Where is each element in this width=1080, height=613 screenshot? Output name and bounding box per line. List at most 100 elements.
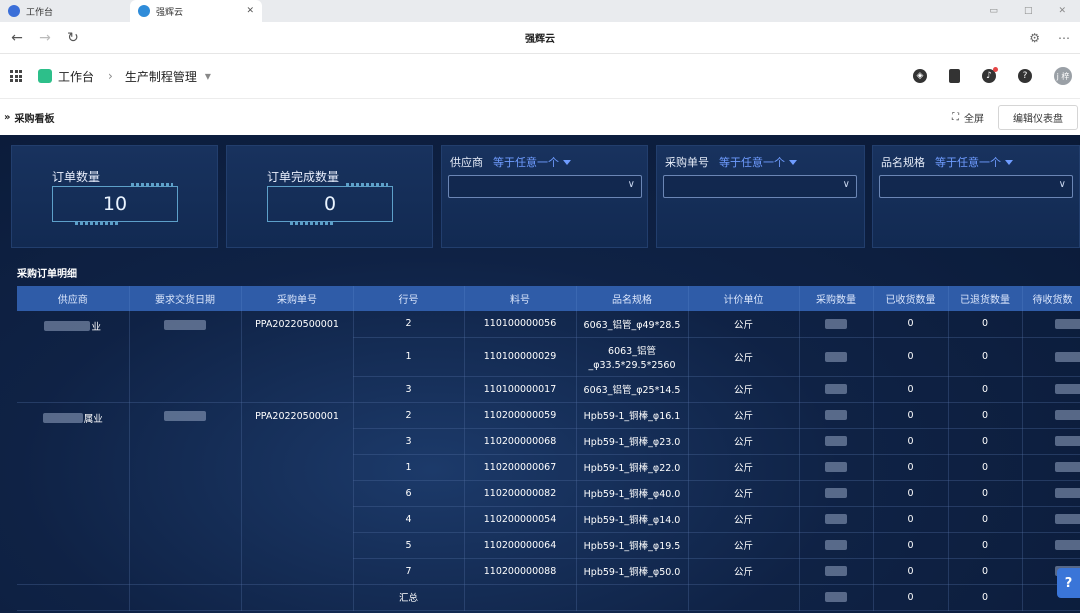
- cloud-tab-icon: [138, 5, 150, 17]
- table-row[interactable]: 属业 PPA20220500001 2 110200000059 Hpb59-1…: [17, 402, 1080, 585]
- settings-icon[interactable]: ⚙: [1029, 31, 1040, 45]
- browser-toolbar: ← → ↻ 强辉云 ⚙ ⋯: [0, 22, 1080, 54]
- refresh-button[interactable]: ↻: [62, 27, 84, 49]
- col-header[interactable]: 已收货数量: [873, 286, 949, 311]
- order-no-select[interactable]: ∨: [663, 175, 857, 198]
- returned-cell: 0: [948, 311, 1023, 338]
- summary-label: 汇总: [353, 584, 465, 611]
- bell-icon[interactable]: ♪: [982, 67, 998, 83]
- returned-cell: 0: [948, 337, 1023, 377]
- filter-operator-dropdown[interactable]: 等于任意一个: [719, 154, 797, 170]
- filter-operator-dropdown[interactable]: 等于任意一个: [493, 154, 571, 170]
- close-window-icon[interactable]: ✕: [1058, 6, 1066, 16]
- unit-cell: 公斤: [688, 337, 800, 377]
- col-header[interactable]: 待收货数: [1022, 286, 1080, 311]
- spec-cell: Hpb59-1_铜棒_φ50.0: [576, 558, 689, 585]
- spec-select[interactable]: ∨: [879, 175, 1073, 198]
- unit-cell: 公斤: [688, 428, 800, 455]
- edit-dashboard-button[interactable]: 编辑仪表盘: [998, 104, 1078, 130]
- filter-card-order-no: 采购单号 等于任意一个 ∨: [656, 145, 865, 248]
- filter-operator-label: 等于任意一个: [719, 156, 785, 169]
- browser-tab-qianghuiyun[interactable]: 强辉云 ✕: [130, 0, 262, 22]
- pending-cell: [1022, 376, 1080, 403]
- forward-button[interactable]: →: [34, 27, 56, 49]
- qty-cell: [799, 558, 874, 585]
- avatar[interactable]: j 梓: [1054, 67, 1072, 85]
- supplier-select[interactable]: ∨: [448, 175, 642, 198]
- returned-total-cell: 0: [948, 584, 1023, 611]
- pending-cell: [1022, 532, 1080, 559]
- part-cell: 110200000082: [464, 480, 577, 507]
- close-tab-icon[interactable]: ✕: [246, 6, 254, 16]
- spec-cell: Hpb59-1_铜棒_φ16.1: [576, 402, 689, 429]
- line-cell: 2: [353, 311, 465, 338]
- redacted-text: [1054, 351, 1080, 362]
- redacted-text: [825, 436, 847, 446]
- part-cell: 110100000029: [464, 337, 577, 377]
- book-icon[interactable]: [949, 69, 960, 83]
- col-header[interactable]: 行号: [353, 286, 465, 311]
- qty-total-cell: [799, 584, 874, 611]
- received-cell: 0: [873, 532, 949, 559]
- col-header[interactable]: 采购单号: [241, 286, 354, 311]
- unit-cell: 公斤: [688, 402, 800, 429]
- pending-cell: [1022, 506, 1080, 533]
- more-icon[interactable]: ⋯: [1058, 31, 1070, 45]
- col-header[interactable]: 采购数量: [799, 286, 874, 311]
- caret-down-icon: [563, 159, 571, 165]
- returned-cell: 0: [948, 376, 1023, 403]
- table-header-row: 供应商 要求交货日期 采购单号 行号 料号 品名规格 计价单位 采购数量 已收货…: [17, 286, 1080, 311]
- redacted-text: [825, 540, 847, 550]
- purchase-order-table[interactable]: 供应商 要求交货日期 采购单号 行号 料号 品名规格 计价单位 采购数量 已收货…: [17, 286, 1080, 613]
- pending-cell: [1022, 402, 1080, 429]
- col-header[interactable]: 计价单位: [688, 286, 800, 311]
- received-cell: 0: [873, 480, 949, 507]
- order-no-cell: PPA20220500001: [241, 311, 354, 403]
- col-header[interactable]: 品名规格: [576, 286, 689, 311]
- board-title: 采购看板: [14, 113, 55, 125]
- redacted-text: [44, 321, 91, 331]
- redacted-text: [42, 412, 83, 423]
- notification-dot: [993, 67, 998, 72]
- table-row[interactable]: 业 PPA20220500001 2 110100000056 6063_铝管_…: [17, 311, 1080, 403]
- received-cell: 0: [873, 506, 949, 533]
- part-cell: 110200000068: [464, 428, 577, 455]
- unit-cell: 公斤: [688, 532, 800, 559]
- redacted-text: [164, 319, 206, 330]
- compass-icon[interactable]: ◈: [913, 69, 927, 83]
- col-header[interactable]: 要求交货日期: [129, 286, 242, 311]
- col-header[interactable]: 已退货数量: [948, 286, 1023, 311]
- spec-cell: Hpb59-1_铜棒_φ23.0: [576, 428, 689, 455]
- minimize-window-icon[interactable]: ▭: [989, 6, 998, 16]
- qty-cell: [799, 428, 874, 455]
- help-icon[interactable]: ?: [1018, 69, 1032, 83]
- floating-help-button[interactable]: ?: [1057, 568, 1080, 598]
- expand-sidebar-icon[interactable]: »: [4, 112, 10, 123]
- spec-cell: Hpb59-1_铜棒_φ19.5: [576, 532, 689, 559]
- maximize-window-icon[interactable]: □: [1024, 6, 1033, 16]
- supplier-suffix: 业: [91, 322, 101, 333]
- line-cell: 2: [353, 402, 465, 429]
- line-cell: 5: [353, 532, 465, 559]
- workspace-link[interactable]: 工作台: [38, 68, 94, 85]
- unit-cell: 公斤: [688, 376, 800, 403]
- filter-operator-dropdown[interactable]: 等于任意一个: [935, 154, 1013, 170]
- module-dropdown[interactable]: 生产制程管理 ▾: [125, 68, 211, 85]
- line-cell: 3: [353, 428, 465, 455]
- page-title: 强辉云: [525, 34, 555, 45]
- pending-cell: [1022, 428, 1080, 455]
- browser-tab-workbench[interactable]: 工作台: [0, 0, 130, 22]
- back-button[interactable]: ←: [6, 27, 28, 49]
- filter-card-spec: 品名规格 等于任意一个 ∨: [872, 145, 1080, 248]
- stat-card-order-count: 订单数量 10: [11, 145, 218, 248]
- line-cell: 3: [353, 376, 465, 403]
- app-grid-icon[interactable]: [10, 70, 22, 82]
- received-cell: 0: [873, 454, 949, 481]
- fullscreen-button[interactable]: ⛶ 全屏: [952, 110, 984, 125]
- summary-row: 汇总 0 0: [17, 584, 1080, 611]
- delivery-date-cell: [129, 402, 242, 585]
- received-cell: 0: [873, 428, 949, 455]
- col-header[interactable]: 料号: [464, 286, 577, 311]
- col-header[interactable]: 供应商: [17, 286, 130, 311]
- redacted-text: [825, 462, 847, 472]
